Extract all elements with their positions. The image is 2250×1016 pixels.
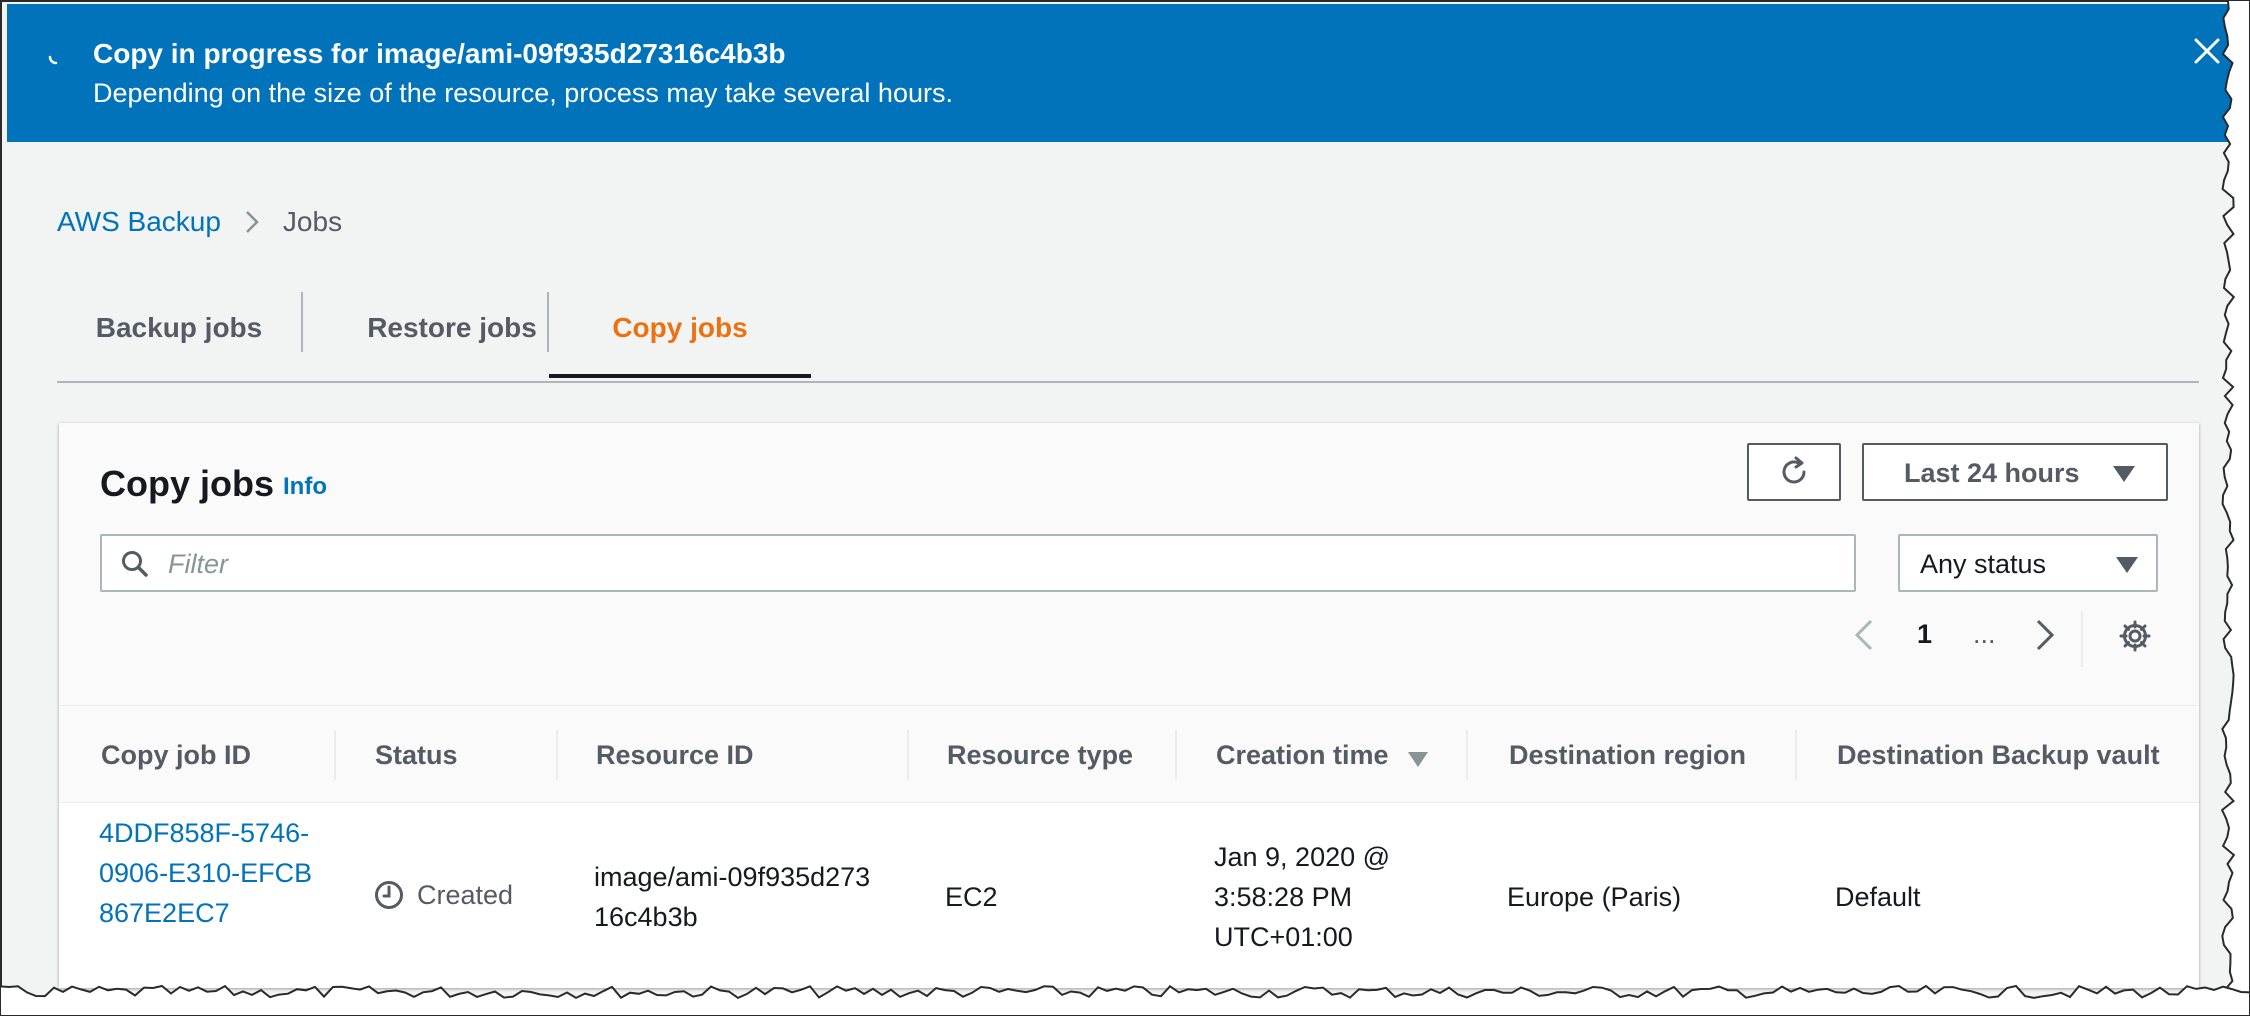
- caret-down-icon: [2116, 557, 2138, 573]
- column-header-destination-backup-vault[interactable]: Destination Backup vault: [1837, 740, 2160, 771]
- column-divider[interactable]: [334, 730, 336, 780]
- time-range-value: Last 24 hours: [1904, 458, 2080, 488]
- info-link[interactable]: Info: [283, 473, 327, 501]
- resource-type-cell: EC2: [945, 882, 998, 912]
- copy-job-id-link[interactable]: 4DDF858F-5746-0906-E310-EFCB867E2EC7: [99, 813, 319, 933]
- status-text: Created: [417, 879, 514, 910]
- clock-icon: [375, 881, 403, 909]
- column-header-resource-type[interactable]: Resource type: [947, 740, 1133, 771]
- spinner-icon: [48, 55, 58, 65]
- column-divider[interactable]: [1175, 730, 1177, 780]
- column-divider[interactable]: [1466, 730, 1468, 780]
- previous-page-icon[interactable]: [1851, 617, 1877, 653]
- status-dropdown[interactable]: Any status: [1898, 534, 2158, 592]
- column-header-destination-region[interactable]: Destination region: [1509, 740, 1746, 771]
- tab-backup-jobs[interactable]: Backup jobs: [57, 278, 301, 378]
- column-divider[interactable]: [556, 730, 558, 780]
- page-ellipsis: ...: [1973, 619, 1996, 649]
- creation-time-date: Jan 9, 2020 @: [1214, 842, 1391, 872]
- table-header-row: Copy job ID Status Resource ID Resource …: [59, 706, 2199, 803]
- column-header-creation-time[interactable]: Creation time: [1216, 740, 1389, 771]
- breadcrumb-current: Jobs: [282, 206, 343, 237]
- time-range-dropdown[interactable]: Last 24 hours: [1862, 443, 2168, 501]
- breadcrumb: AWS Backup Jobs: [57, 206, 342, 238]
- panel-title: Copy jobs: [100, 463, 275, 504]
- flash-banner: Copy in progress for image/ami-09f935d27…: [7, 4, 2242, 142]
- tab-copy-jobs[interactable]: Copy jobs: [549, 278, 811, 378]
- status-dropdown-value: Any status: [1920, 549, 2047, 579]
- copy-jobs-table-container: Copy jobs Info Last 24 hours Filter Any …: [59, 423, 2199, 988]
- table-row: 4DDF858F-5746-0906-E310-EFCB867E2EC7 Cre…: [59, 803, 2199, 988]
- pagination-divider: [2081, 611, 2083, 667]
- filter-field[interactable]: [100, 534, 1856, 592]
- resource-id-cell: image/ami-09f935d27316c4b3b: [594, 862, 871, 932]
- column-divider[interactable]: [907, 730, 909, 780]
- chevron-right-icon: [246, 211, 259, 233]
- column-header-resource-id[interactable]: Resource ID: [596, 740, 754, 771]
- destination-region-cell: Europe (Paris): [1507, 882, 1682, 912]
- search-icon: [122, 551, 148, 577]
- console-window: Copy in progress for image/ami-09f935d27…: [0, 0, 2242, 996]
- sort-descending-icon[interactable]: [1408, 752, 1428, 767]
- column-header-status[interactable]: Status: [375, 740, 458, 771]
- table-header-area: Copy jobs Info Last 24 hours Filter Any …: [59, 423, 2199, 706]
- status-indicator: Created: [373, 879, 513, 911]
- column-divider[interactable]: [1795, 730, 1797, 780]
- breadcrumb-link-aws-backup[interactable]: AWS Backup: [57, 206, 221, 238]
- creation-time-zone: UTC+01:00: [1214, 922, 1353, 952]
- caret-down-icon: [2113, 466, 2135, 482]
- destination-vault-cell: Default: [1835, 882, 1921, 912]
- next-page-icon[interactable]: [2032, 617, 2058, 653]
- creation-time-clock: 3:58:28 PM: [1214, 882, 1353, 912]
- creation-time-cell: Jan 9, 2020 @ 3:58:28 PM UTC+01:00: [1214, 837, 1390, 957]
- tab-bar: Backup jobs Restore jobs Copy jobs: [57, 278, 2199, 383]
- flash-title: Copy in progress for image/ami-09f935d27…: [93, 38, 786, 69]
- refresh-button[interactable]: [1747, 443, 1841, 501]
- column-header-copy-job-id[interactable]: Copy job ID: [101, 740, 251, 771]
- flash-message: Depending on the size of the resource, p…: [93, 78, 953, 108]
- page-number[interactable]: 1: [1917, 619, 1932, 650]
- filter-input[interactable]: [166, 544, 1770, 584]
- gear-icon[interactable]: [2118, 619, 2152, 653]
- refresh-icon: [1782, 456, 1806, 484]
- torn-edge-right: [2220, 0, 2250, 1016]
- torn-edge-bottom: [0, 984, 2250, 1016]
